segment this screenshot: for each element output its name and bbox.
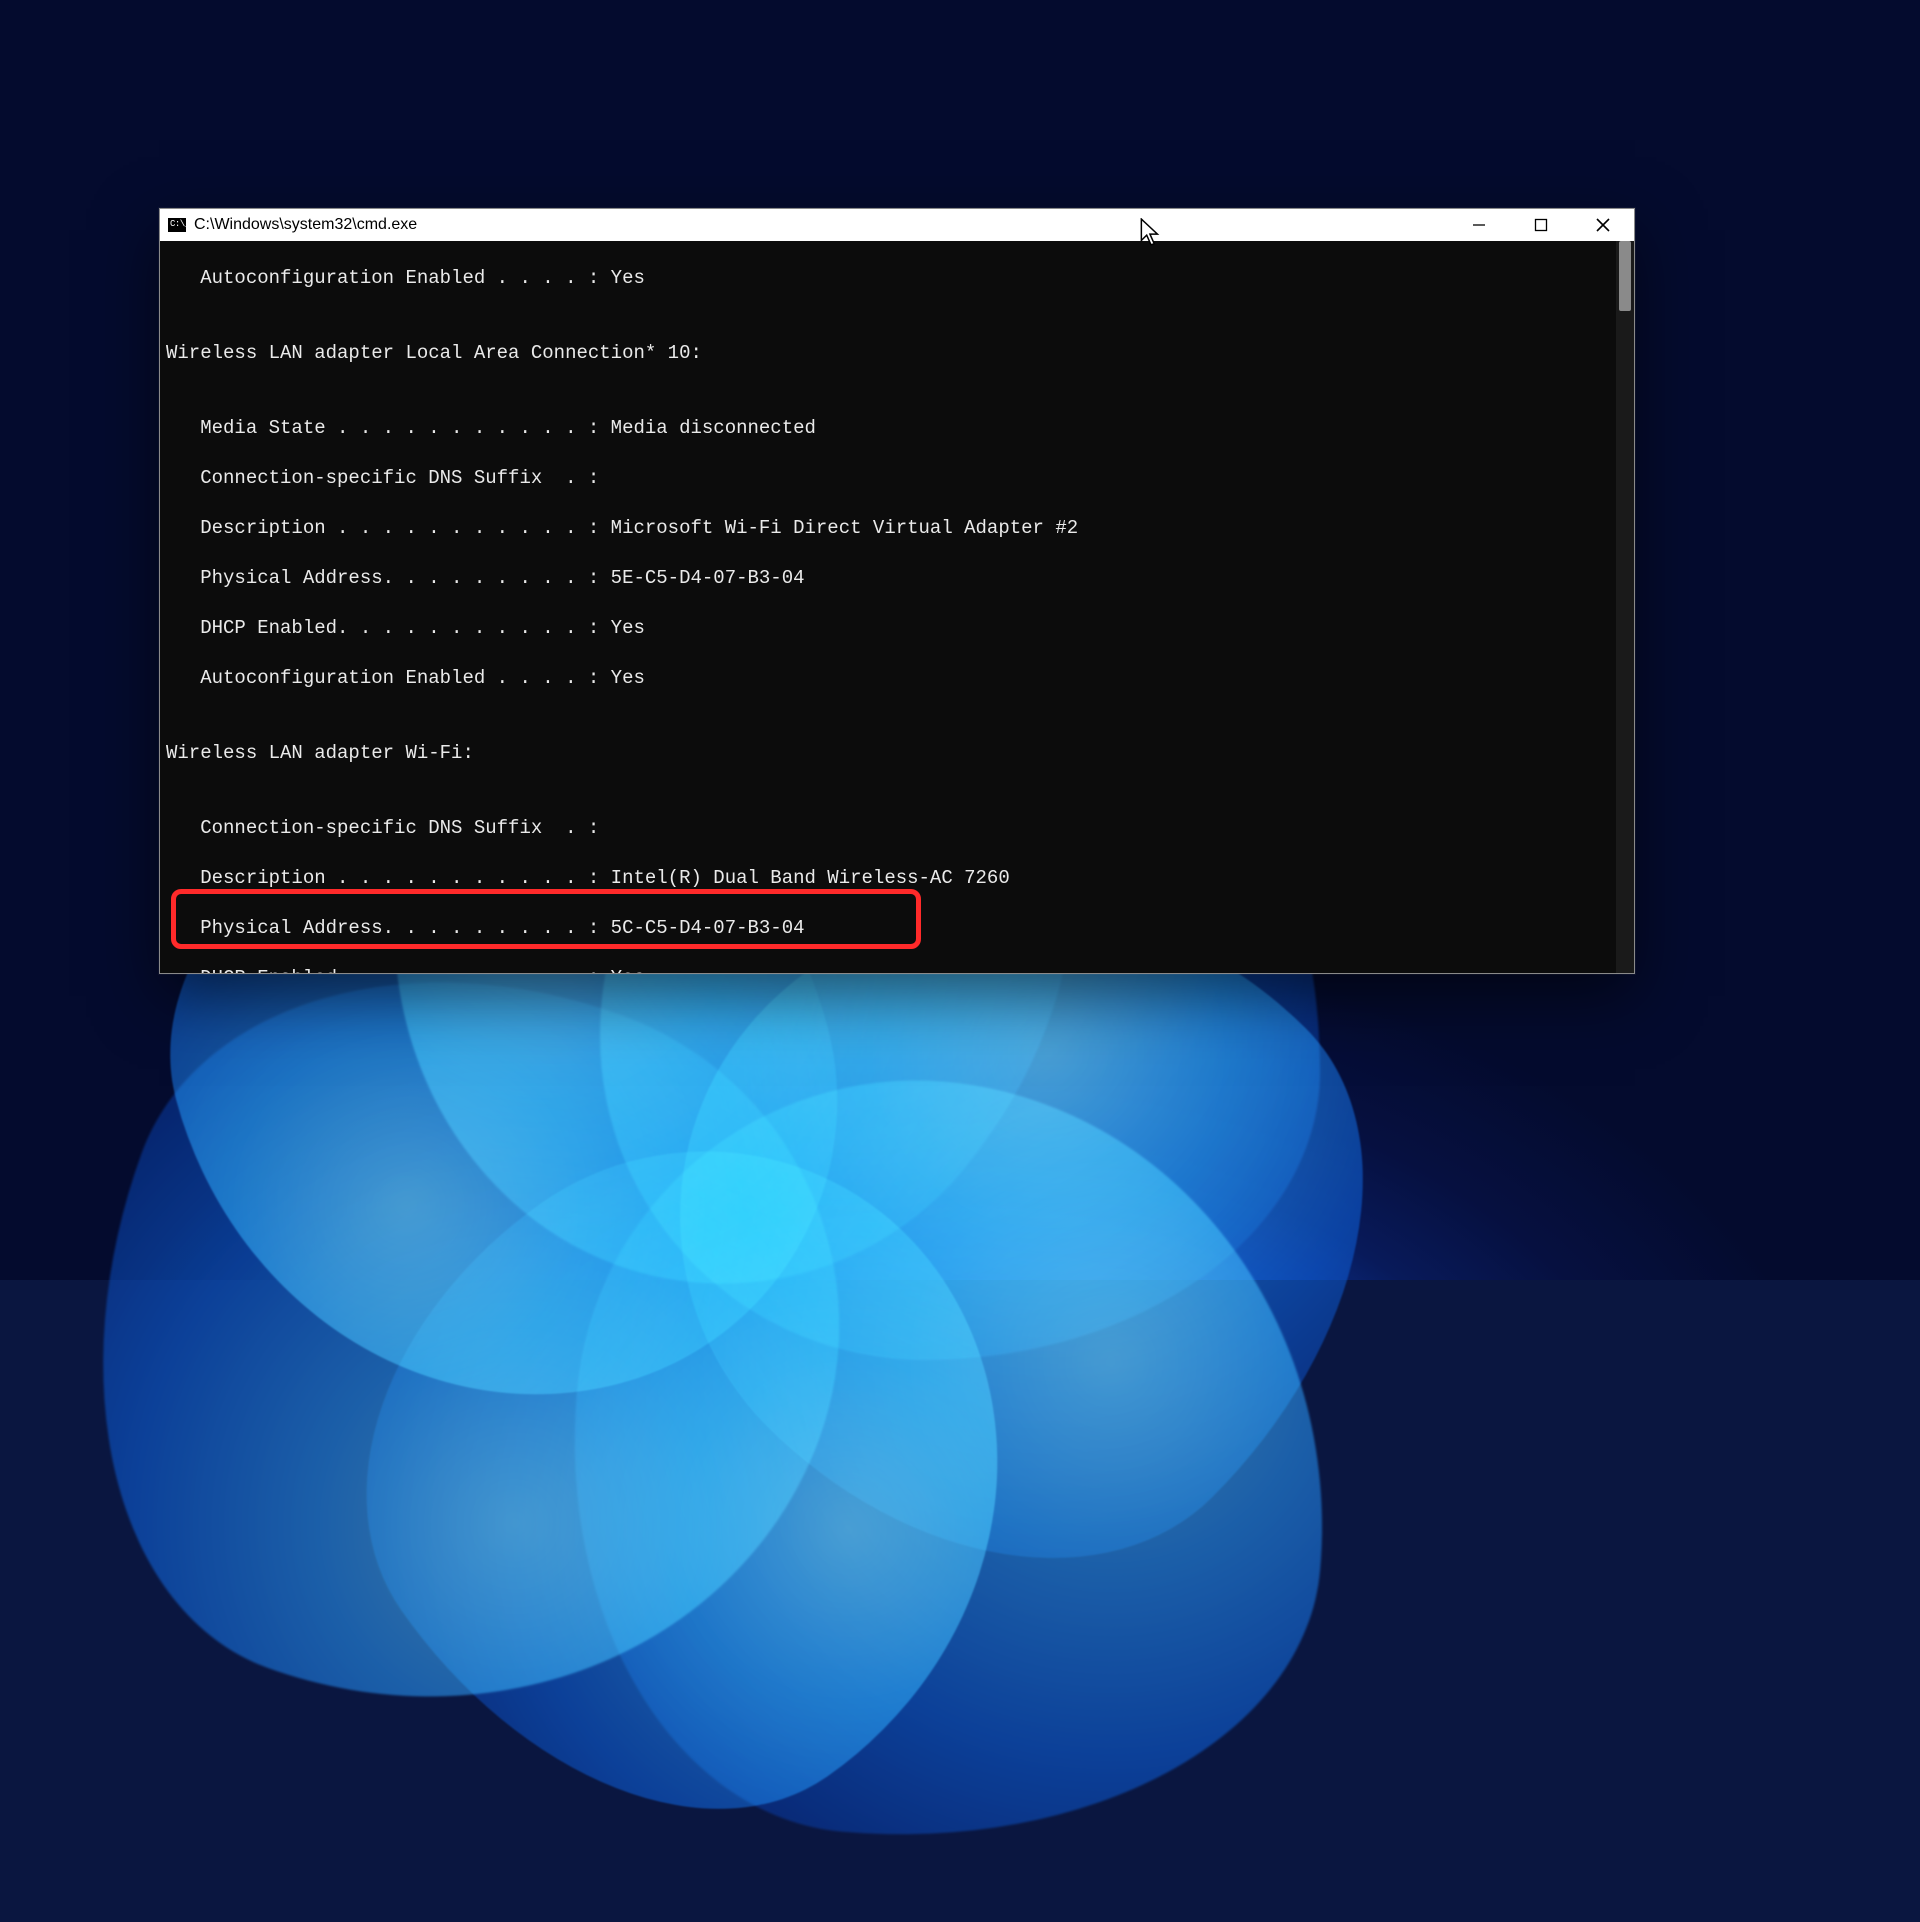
minimize-button[interactable] xyxy=(1448,209,1510,241)
term-line: Connection-specific DNS Suffix . : xyxy=(166,466,1634,491)
term-line: Autoconfiguration Enabled . . . . : Yes xyxy=(166,666,1634,691)
terminal-output[interactable]: Autoconfiguration Enabled . . . . : Yes … xyxy=(160,241,1634,973)
term-line: Wireless LAN adapter Wi-Fi: xyxy=(166,741,1634,766)
term-line: Physical Address. . . . . . . . . : 5C-C… xyxy=(166,916,1634,941)
term-line: DHCP Enabled. . . . . . . . . . . : Yes xyxy=(166,966,1634,973)
term-line: Wireless LAN adapter Local Area Connecti… xyxy=(166,341,1634,366)
close-button[interactable] xyxy=(1572,209,1634,241)
term-line: Description . . . . . . . . . . . : Micr… xyxy=(166,516,1634,541)
cmd-icon xyxy=(168,218,186,232)
term-line: Physical Address. . . . . . . . . : 5E-C… xyxy=(166,566,1634,591)
maximize-icon xyxy=(1534,218,1548,232)
window-controls xyxy=(1448,209,1634,241)
term-line: Media State . . . . . . . . . . . : Medi… xyxy=(166,416,1634,441)
term-line: Autoconfiguration Enabled . . . . : Yes xyxy=(166,266,1634,291)
window-titlebar[interactable]: C:\Windows\system32\cmd.exe xyxy=(160,209,1634,242)
term-line: Connection-specific DNS Suffix . : xyxy=(166,816,1634,841)
scrollbar-thumb[interactable] xyxy=(1619,241,1631,311)
scrollbar[interactable] xyxy=(1616,241,1634,973)
term-line: Description . . . . . . . . . . . : Inte… xyxy=(166,866,1634,891)
maximize-button[interactable] xyxy=(1510,209,1572,241)
close-icon xyxy=(1596,218,1610,232)
cmd-window[interactable]: C:\Windows\system32\cmd.exe Autoconfigur… xyxy=(159,208,1635,974)
window-title: C:\Windows\system32\cmd.exe xyxy=(194,216,417,234)
term-line: DHCP Enabled. . . . . . . . . . . : Yes xyxy=(166,616,1634,641)
minimize-icon xyxy=(1472,218,1486,232)
